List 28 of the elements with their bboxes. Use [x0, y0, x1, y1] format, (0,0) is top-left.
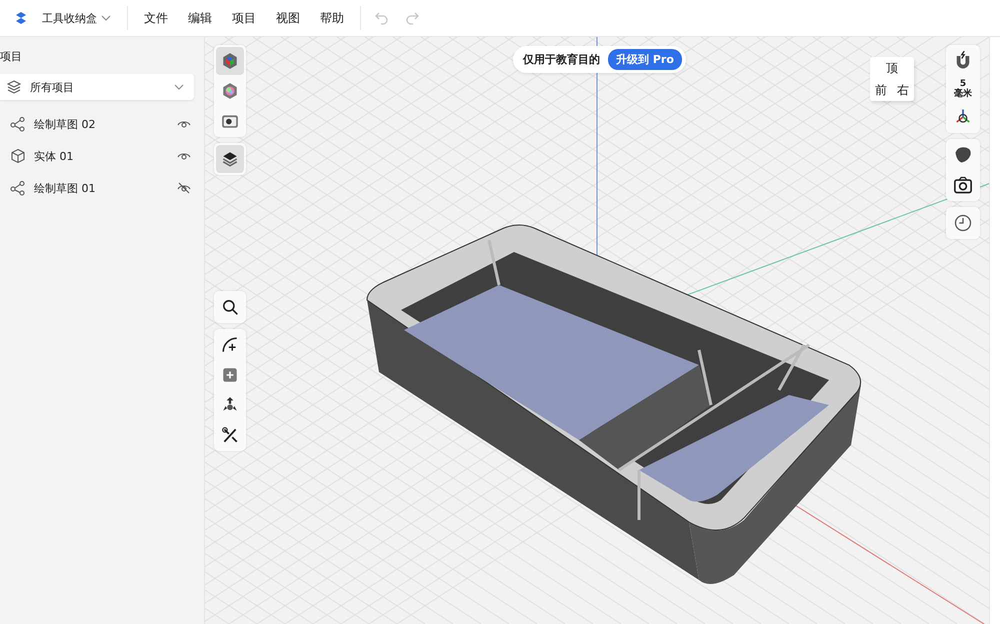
- sketch-icon: [10, 180, 26, 196]
- tree-item[interactable]: 绘制草图 01: [0, 172, 204, 204]
- chevron-down-icon[interactable]: [174, 84, 184, 90]
- tree-item[interactable]: 实体 01: [0, 140, 204, 172]
- cube-icon: [10, 148, 26, 164]
- right-face-label[interactable]: 右: [892, 79, 914, 101]
- viewport[interactable]: 仅用于教育目的 升级到 Pro 顶 前 右 5 毫米: [205, 37, 989, 624]
- menu-item[interactable]: 文件: [134, 10, 178, 26]
- filter-dropdown[interactable]: 所有项目: [0, 74, 194, 100]
- top-face-label[interactable]: 顶: [870, 57, 914, 79]
- snap-distance-button[interactable]: 5 毫米: [954, 77, 972, 101]
- project-title-dropdown[interactable]: 工具收纳盒: [42, 10, 111, 26]
- chevron-down-icon[interactable]: [101, 15, 111, 21]
- layers-icon[interactable]: [6, 79, 22, 95]
- color-cube-icon[interactable]: [216, 47, 244, 75]
- sketch-icon: [10, 116, 26, 132]
- upgrade-button[interactable]: 升级到 Pro: [608, 49, 682, 70]
- menu-item[interactable]: 编辑: [178, 10, 222, 26]
- view-cube[interactable]: 顶 前 右: [870, 57, 914, 101]
- banner-text: 仅用于教育目的: [523, 52, 600, 67]
- front-face-label[interactable]: 前: [870, 79, 892, 101]
- app-logo-icon[interactable]: [14, 11, 28, 25]
- eye-hidden-icon[interactable]: [176, 180, 192, 196]
- menu-item[interactable]: 项目: [222, 10, 266, 26]
- menu-item[interactable]: 帮助: [310, 10, 354, 26]
- tree-item[interactable]: 绘制草图 02: [0, 108, 204, 140]
- panel-title: 项目: [0, 49, 23, 65]
- menu-item[interactable]: 视图: [266, 10, 310, 26]
